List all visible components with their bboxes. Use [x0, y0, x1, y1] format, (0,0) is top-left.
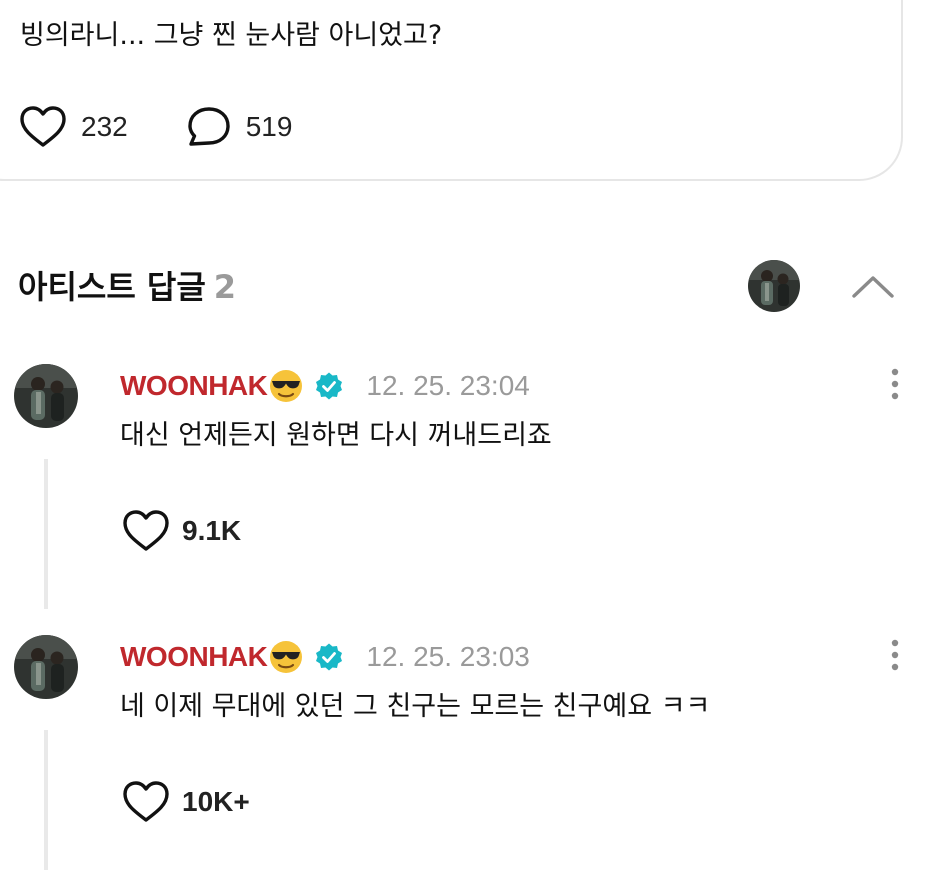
author-name[interactable]: WOONHAK	[120, 641, 268, 673]
speech-bubble-icon	[188, 107, 230, 146]
heart-outline-icon	[20, 106, 66, 147]
post-like-button[interactable]: 232	[19, 105, 128, 149]
artist-photo	[748, 260, 800, 312]
avatar[interactable]	[14, 364, 78, 428]
artist-avatar[interactable]	[748, 260, 800, 312]
reply-text: 대신 언제든지 원하면 다시 꺼내드리죠	[120, 420, 552, 451]
sunglasses-face-emoji	[270, 641, 303, 673]
heart-outline-icon	[123, 781, 169, 822]
reply-text: 네 이제 무대에 있던 그 친구는 모르는 친구예요 ㅋㅋ	[120, 691, 711, 722]
reply-timestamp: 12. 25. 23:04	[366, 370, 530, 401]
artist-replies-screen: 빙의라니... 그냥 찐 눈사람 아니었고? 232 519 아티스트 답글2	[0, 0, 947, 871]
thread-line	[44, 730, 48, 870]
artist-photo	[14, 364, 78, 428]
avatar[interactable]	[14, 635, 78, 699]
post-text: 빙의라니... 그냥 찐 눈사람 아니었고?	[20, 20, 443, 51]
post-comment-count: 519	[245, 111, 293, 142]
sunglasses-face-emoji	[270, 370, 303, 402]
author-name[interactable]: WOONHAK	[120, 370, 268, 402]
chevron-up-icon[interactable]	[850, 266, 896, 306]
post-actions: 232 519	[19, 104, 292, 150]
vertical-dots-icon[interactable]	[880, 366, 910, 402]
reply-timestamp: 12. 25. 23:03	[366, 641, 530, 672]
artist-replies-header: 아티스트 답글 2	[18, 260, 898, 312]
reply-like-button[interactable]: 9.1K	[122, 509, 241, 553]
reply-like-count: 9.1K	[182, 515, 242, 546]
reply-header: WOONHAK 12. 25. 23:03	[120, 637, 530, 677]
reply-like-count: 10K+	[182, 786, 250, 817]
verified-badge-icon	[316, 643, 343, 671]
post-comment-button[interactable]: 519	[186, 105, 293, 149]
reply-like-button[interactable]: 10K+	[122, 780, 250, 824]
section-title-text: 아티스트 답글	[18, 268, 206, 306]
reply-count: 2	[213, 268, 237, 306]
reply-header: WOONHAK 12. 25. 23:04	[120, 366, 530, 406]
post-card: 빙의라니... 그냥 찐 눈사람 아니었고? 232 519	[0, 0, 903, 181]
thread-line	[44, 459, 48, 609]
section-title: 아티스트 답글 2	[18, 262, 236, 312]
artist-photo	[14, 635, 78, 699]
verified-badge-icon	[316, 372, 343, 400]
post-like-count: 232	[81, 111, 128, 142]
vertical-dots-icon[interactable]	[880, 637, 910, 673]
heart-outline-icon	[123, 510, 169, 551]
